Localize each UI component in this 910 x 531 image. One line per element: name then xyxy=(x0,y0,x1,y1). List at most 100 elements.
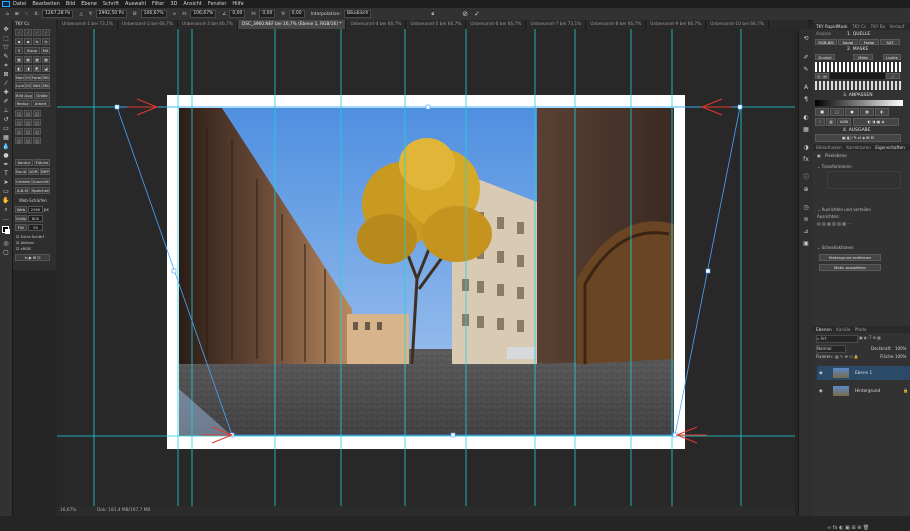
tab-tky-cc[interactable]: TKY Cc xyxy=(852,24,866,29)
tky-brush3-icon[interactable]: ⁄ xyxy=(33,29,41,36)
tky-ausrichten-button[interactable]: Ausrichten xyxy=(32,178,50,185)
character-icon[interactable]: A xyxy=(802,84,810,91)
tky-mit-button[interactable]: Mit xyxy=(41,47,50,54)
tky-groesse-button[interactable]: Größe xyxy=(34,92,50,99)
layer-filter-icons[interactable]: ▣ ◐ T ⊞ ▦ xyxy=(859,335,881,340)
quelle-farbe-button[interactable]: Farbe xyxy=(859,39,879,45)
mask-mitte-button[interactable]: Mitte xyxy=(853,54,873,60)
tky-web-value-field[interactable]: 2560 xyxy=(28,206,43,213)
adjust-brush-icon[interactable]: ⁄ xyxy=(815,118,825,126)
tab-anpass[interactable]: Anpass xyxy=(816,31,831,36)
move-tool-icon[interactable]: ✥ xyxy=(2,26,10,33)
status-zoom[interactable]: 16,67% xyxy=(60,506,76,516)
blend-mode-select[interactable]: Normal xyxy=(816,345,846,353)
adjust-swatch-black[interactable]: ■ xyxy=(815,108,829,116)
screen-mode-icon[interactable]: ▢ xyxy=(2,249,10,256)
tky-grid3-icon[interactable]: ▦ xyxy=(33,56,41,63)
quick-select-tool-icon[interactable]: ✎ xyxy=(2,53,10,60)
menu-ansicht[interactable]: Ansicht xyxy=(183,1,201,7)
layer-row-ebene-1[interactable]: ◉ Ebene 1 xyxy=(817,366,910,380)
tky-kontur-button[interactable]: Kontur xyxy=(15,159,33,166)
home-icon[interactable]: ⌂ xyxy=(6,12,9,17)
quick-mask-icon[interactable]: ◎ xyxy=(2,240,10,247)
tab-doc-1[interactable]: Unbenannt-1 bei 73,1% xyxy=(58,20,118,29)
adjust-levels-icon[interactable]: ▥ xyxy=(826,118,836,126)
tab-tky-ba[interactable]: TKY Ba xyxy=(871,24,885,29)
brush-tool-icon[interactable]: ✐ xyxy=(2,98,10,105)
mask-sm-button[interactable]: S · M xyxy=(815,73,829,79)
hand-tool-icon[interactable]: ✋ xyxy=(2,197,10,204)
tky-square2-icon[interactable]: ▪ xyxy=(24,38,32,45)
cancel-icon[interactable]: ⊘ xyxy=(462,10,468,18)
color-icon[interactable]: ◐ xyxy=(802,114,810,121)
tky-check-srgb[interactable]: ☑ sRGB xyxy=(16,246,31,251)
tky-check-extra[interactable]: ☑ Extra Schärf xyxy=(16,234,44,239)
gradient-tool-icon[interactable]: ▦ xyxy=(2,134,10,141)
layers-footer-icons[interactable]: ∞ fx ◐ ▣ ⊞ ⊕ 🗑 xyxy=(827,525,869,531)
tky-brush4-icon[interactable]: ⁄ xyxy=(42,29,50,36)
visibility-eye-icon[interactable]: ◉ xyxy=(819,366,823,380)
tky-arbeit-button[interactable]: Arbeit xyxy=(31,100,50,107)
tky-layers12-icon[interactable]: ◫ xyxy=(33,137,41,144)
styles-icon[interactable]: fx xyxy=(802,156,810,163)
tky-grid-icon[interactable]: ▦ xyxy=(15,56,23,63)
adjust-swatch-white[interactable]: □ xyxy=(830,108,844,116)
align-icons-row[interactable]: ▤ ▥ ▦ ▧ ▨ ▩ ⋯ xyxy=(817,221,905,227)
tab-kanaele[interactable]: Kanäle xyxy=(836,327,850,332)
tky-size-button[interactable]: Größe xyxy=(15,215,27,222)
tky-lum-button[interactable]: Lum xyxy=(15,82,25,89)
menu-auswahl[interactable]: Auswahl xyxy=(125,1,146,7)
tky-layers11-icon[interactable]: ◫ xyxy=(24,137,32,144)
tky-norm-button[interactable]: Norm xyxy=(15,74,25,81)
tky-arrows-icon[interactable]: ⇆ xyxy=(33,38,41,45)
warp-icon[interactable]: ⧈ xyxy=(431,11,434,17)
tab-korrekturen[interactable]: Korrekturen xyxy=(846,145,871,150)
frame-tool-icon[interactable]: ⊠ xyxy=(2,71,10,78)
tky-grid4-icon[interactable]: ▦ xyxy=(42,56,50,63)
type-tool-icon[interactable]: T xyxy=(2,170,10,177)
tky-square-icon[interactable]: ▪ xyxy=(15,38,23,45)
background-color-swatch[interactable] xyxy=(5,229,10,234)
channels-icon[interactable]: ≋ xyxy=(802,216,810,223)
mask-eyedropper-icon[interactable]: ⁄ xyxy=(886,73,900,79)
layer-row-hintergrund[interactable]: ◉ Hintergrund 🔒 xyxy=(817,384,910,398)
tky-web-button[interactable]: Web xyxy=(15,206,27,213)
dodge-tool-icon[interactable]: ● xyxy=(2,152,10,159)
menu-ebene[interactable]: Ebene xyxy=(81,1,97,7)
menu-bild[interactable]: Bild xyxy=(66,1,75,7)
adjust-contrast-icon[interactable]: ◐ xyxy=(875,108,889,116)
tky-fill-button[interactable]: Füll xyxy=(15,224,27,231)
menu-schrift[interactable]: Schrift xyxy=(103,1,119,7)
quelle-sat-button[interactable]: SAT xyxy=(880,39,900,45)
ausgabe-agb-button[interactable]: AGB xyxy=(837,118,851,126)
swatches-icon[interactable]: ▦ xyxy=(802,126,810,133)
tab-doc-9[interactable]: Unbenannt-9 bei 66,7% xyxy=(646,20,707,29)
tky-dunkel-button[interactable]: Dunkel xyxy=(15,168,27,175)
more-tools-icon[interactable]: … xyxy=(2,215,10,222)
tky-layers2-icon[interactable]: ◫ xyxy=(24,110,32,117)
tky-satt-button[interactable]: Sätt xyxy=(31,82,42,89)
tky-layers3-icon[interactable]: ◫ xyxy=(33,110,41,117)
blur-tool-icon[interactable]: 💧 xyxy=(2,143,10,150)
tab-pfade[interactable]: Pfade xyxy=(855,327,867,332)
tab-doc-2[interactable]: Unbenannt-2 bei 66,7% xyxy=(118,20,178,29)
paths-icon[interactable]: ⊿ xyxy=(802,228,810,235)
tky-tile-icon[interactable]: ◧ xyxy=(15,65,23,72)
rectangle-tool-icon[interactable]: ▭ xyxy=(2,188,10,195)
adjust-icons-row[interactable]: ◐ ◑ ▣ ◈ xyxy=(853,118,899,126)
visibility-eye-icon[interactable]: ◉ xyxy=(819,384,823,398)
tky-layers8-icon[interactable]: ◫ xyxy=(24,128,32,135)
tky-umkehren-button[interactable]: Umkehren xyxy=(15,178,32,185)
tab-bibliotheken[interactable]: Bibliotheken xyxy=(816,145,842,150)
height-field[interactable]: 106,67% xyxy=(190,10,217,18)
layer-filter-select[interactable]: ⌕ Art xyxy=(816,335,858,343)
tky-reduz-button[interactable]: Reduz xyxy=(15,100,30,107)
tab-doc-7[interactable]: Unbenannt-7 bei 73,1% xyxy=(526,20,587,29)
tky-swap-button[interactable]: Swap xyxy=(24,47,40,54)
tab-eigenschaften[interactable]: Eigenschaften xyxy=(875,145,905,150)
tky-arrows2-icon[interactable]: ⇆ xyxy=(42,38,50,45)
mask-slider[interactable] xyxy=(830,73,885,79)
healing-tool-icon[interactable]: ✚ xyxy=(2,89,10,96)
tab-verlauf[interactable]: Verlauf xyxy=(890,24,905,29)
adjust-gradient-slider[interactable] xyxy=(815,100,903,106)
